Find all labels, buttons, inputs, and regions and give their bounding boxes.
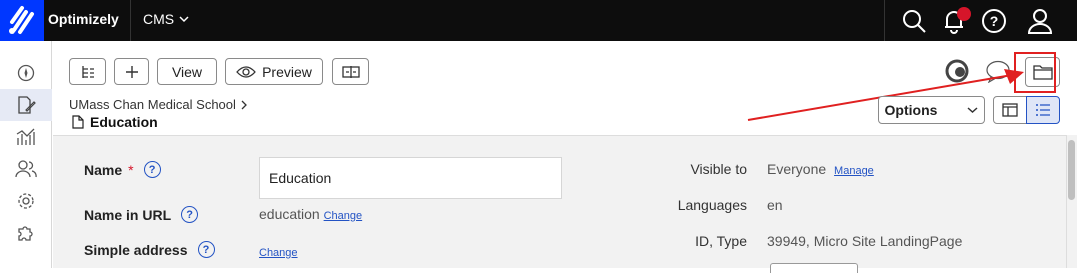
breadcrumb[interactable]: UMass Chan Medical School <box>69 97 248 112</box>
url-label: Name in URL ? <box>84 206 199 223</box>
chart-icon[interactable] <box>0 121 52 153</box>
gear-icon[interactable] <box>0 185 52 217</box>
brand-name: Optimizely <box>48 11 119 27</box>
page-title-text: Education <box>90 114 158 130</box>
view-button[interactable]: View <box>157 58 217 85</box>
visible-to-label: Visible to <box>690 161 747 177</box>
help-icon[interactable]: ? <box>143 161 161 178</box>
page-title: Education <box>72 114 158 130</box>
simple-address-row: Change <box>259 243 298 259</box>
add-button[interactable] <box>114 58 149 85</box>
name-input[interactable]: Education <box>259 157 562 199</box>
list-icon <box>1036 104 1050 116</box>
visible-to-row: Everyone Manage <box>767 161 874 177</box>
breadcrumb-parent[interactable]: UMass Chan Medical School <box>69 97 236 112</box>
scrollbar-thumb[interactable] <box>1068 140 1075 200</box>
tree-view-button[interactable] <box>69 58 106 85</box>
divider <box>130 0 131 41</box>
user-icon[interactable] <box>1025 6 1055 36</box>
url-value-row: education Change <box>259 206 362 222</box>
layout-icon <box>1002 103 1018 117</box>
edit-icon[interactable] <box>0 89 52 121</box>
svg-text:?: ? <box>990 13 999 29</box>
chevron-down-icon <box>179 16 189 23</box>
compare-button[interactable] <box>332 58 369 85</box>
help-icon[interactable]: ? <box>979 6 1009 36</box>
id-type-label: ID, Type <box>695 233 747 249</box>
chevron-right-icon <box>241 100 247 109</box>
visible-to-value: Everyone <box>767 161 827 177</box>
layout-view-button[interactable] <box>993 96 1027 124</box>
product-label: CMS <box>143 11 175 27</box>
logo-icon <box>9 6 34 34</box>
list-view-button[interactable] <box>1026 96 1060 124</box>
languages-label: Languages <box>677 197 747 213</box>
view-label: View <box>171 63 203 80</box>
required-marker: * <box>128 161 134 178</box>
languages-value: en <box>767 197 783 213</box>
chevron-down-icon <box>967 107 978 114</box>
users-icon[interactable] <box>0 153 52 185</box>
help-icon[interactable]: ? <box>181 206 199 223</box>
tree-icon <box>81 65 94 78</box>
compare-icon <box>341 65 360 78</box>
preview-label: Preview <box>262 63 312 80</box>
name-label: Name * ? <box>84 161 161 178</box>
options-label: Options <box>884 102 938 118</box>
preview-button[interactable]: Preview <box>225 58 323 85</box>
top-bar: Optimizely CMS ? <box>0 0 1077 41</box>
puzzle-icon[interactable] <box>0 217 52 249</box>
divider <box>884 0 885 41</box>
simple-address-label: Simple address ? <box>84 241 215 258</box>
simple-address-change-link[interactable]: Change <box>259 247 298 259</box>
page-icon <box>72 115 84 129</box>
options-dropdown[interactable]: Options <box>878 96 985 124</box>
optimizely-logo[interactable] <box>0 0 44 41</box>
tools-button[interactable] <box>770 263 858 273</box>
plus-icon <box>125 65 138 78</box>
url-value: education <box>259 206 320 222</box>
left-sidebar <box>0 41 52 268</box>
eye-icon <box>236 65 256 78</box>
compass-icon[interactable] <box>0 57 52 89</box>
id-type-value: 39949, Micro Site LandingPage <box>767 233 963 249</box>
search-icon[interactable] <box>899 6 929 36</box>
manage-link[interactable]: Manage <box>834 165 874 177</box>
help-icon[interactable]: ? <box>197 241 215 258</box>
product-switcher[interactable]: CMS <box>143 11 189 27</box>
notification-badge <box>957 7 971 21</box>
url-change-link[interactable]: Change <box>324 210 363 222</box>
